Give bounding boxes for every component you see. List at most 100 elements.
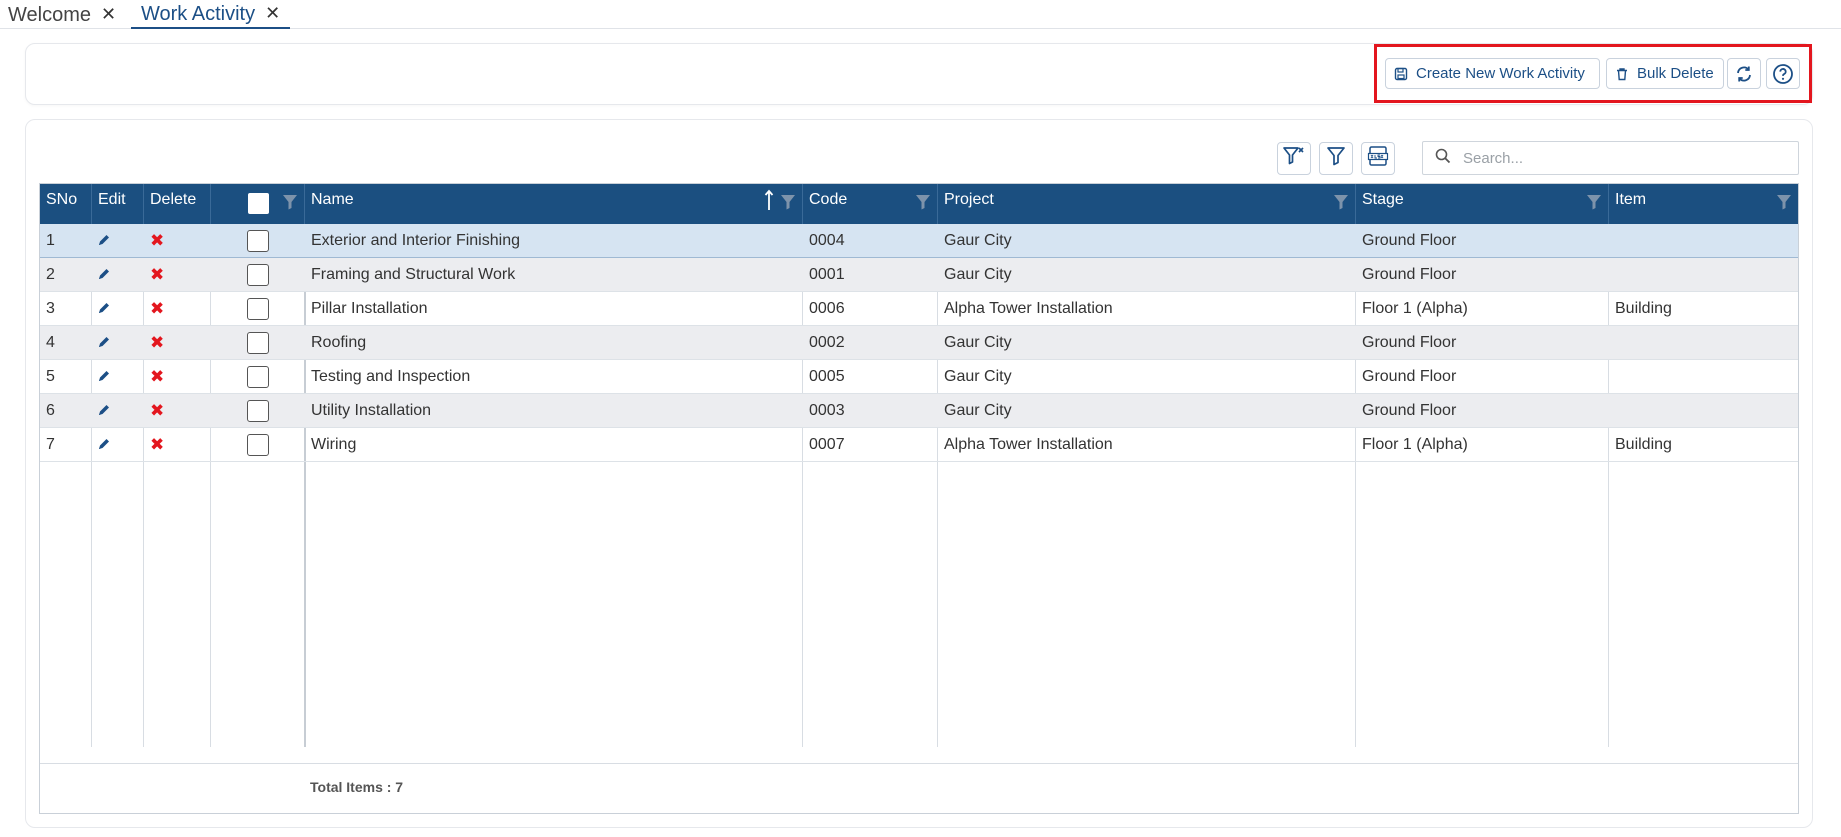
pencil-icon[interactable] (97, 335, 111, 354)
row-checkbox[interactable] (247, 264, 269, 286)
delete-x-icon[interactable]: ✖ (150, 334, 164, 351)
cell-item (1609, 326, 1615, 360)
column-header-item[interactable]: Item (1609, 184, 1798, 224)
search-input[interactable] (1463, 149, 1783, 167)
cell-sno: 7 (46, 436, 55, 453)
table-row[interactable]: 7 ✖ Wiring 0007 Alpha Tower Installation Floo… (40, 428, 1798, 462)
help-icon (1772, 63, 1794, 85)
cell-code: 0005 (809, 368, 845, 385)
row-checkbox[interactable] (247, 400, 269, 422)
cell-project: Gaur City (944, 266, 1012, 283)
cell-item: Building (1615, 436, 1672, 453)
refresh-button[interactable] (1727, 58, 1761, 89)
grid-header: SNo Edit Delete Name Code Project Stage … (40, 184, 1798, 224)
cell-name: Testing and Inspection (311, 368, 471, 385)
refresh-icon (1734, 64, 1754, 84)
column-header-select (211, 184, 305, 224)
filter-icon[interactable] (780, 190, 796, 221)
cell-name: Exterior and Interior Finishing (311, 232, 520, 249)
cell-sno: 2 (46, 266, 55, 283)
delete-x-icon[interactable]: ✖ (150, 300, 164, 317)
row-checkbox[interactable] (247, 434, 269, 456)
table-row[interactable]: 5 ✖ Testing and Inspection 0005 Gaur City Gro… (40, 360, 1798, 394)
bulk-delete-button[interactable]: Bulk Delete (1606, 58, 1724, 89)
header-label: Item (1615, 191, 1647, 208)
cell-stage: Floor 1 (Alpha) (1362, 436, 1468, 453)
create-new-work-activity-button[interactable]: Create New Work Activity (1385, 58, 1600, 89)
filter-icon[interactable] (1586, 190, 1602, 221)
pencil-icon[interactable] (97, 301, 111, 320)
column-header-delete: Delete (144, 184, 211, 224)
table-row[interactable]: 6 ✖ Utility Installation 0003 Gaur City Groun… (40, 394, 1798, 428)
pencil-icon[interactable] (97, 403, 111, 422)
cell-name: Utility Installation (311, 402, 432, 419)
create-button-label: Create New Work Activity (1416, 65, 1585, 82)
cell-code: 0004 (809, 232, 845, 249)
delete-x-icon[interactable]: ✖ (150, 368, 164, 385)
column-header-code[interactable]: Code (803, 184, 938, 224)
header-label: Delete (150, 191, 197, 208)
cell-item: Building (1615, 300, 1672, 317)
filter-icon[interactable] (282, 190, 298, 221)
column-header-sno[interactable]: SNo (40, 184, 92, 224)
column-header-name[interactable]: Name (305, 184, 803, 224)
cell-code: 0007 (809, 436, 845, 453)
table-row[interactable]: 4 ✖ Roofing 0002 Gaur City Ground Floor (40, 326, 1798, 360)
work-activity-grid: SNo Edit Delete Name Code Project Stage … (39, 183, 1799, 814)
cell-stage: Ground Floor (1362, 232, 1457, 249)
row-checkbox[interactable] (247, 230, 269, 252)
pencil-icon[interactable] (97, 437, 111, 456)
close-icon[interactable]: ✕ (101, 4, 116, 25)
filter-icon[interactable] (1333, 190, 1349, 221)
save-icon (1394, 67, 1408, 81)
column-header-project[interactable]: Project (938, 184, 1356, 224)
select-all-checkbox[interactable] (248, 193, 269, 214)
cell-code: 0001 (809, 266, 845, 283)
filter-icon[interactable] (915, 190, 931, 221)
clear-filter-button[interactable] (1277, 142, 1311, 175)
row-checkbox[interactable] (247, 366, 269, 388)
sort-ascending-icon[interactable] (764, 189, 774, 222)
cell-sno: 6 (46, 402, 55, 419)
row-checkbox[interactable] (247, 332, 269, 354)
row-checkbox[interactable] (247, 298, 269, 320)
table-row[interactable]: 3 ✖ Pillar Installation 0006 Alpha Tower Ins… (40, 292, 1798, 326)
cell-code: 0003 (809, 402, 845, 419)
delete-x-icon[interactable]: ✖ (150, 266, 164, 283)
pencil-icon[interactable] (97, 369, 111, 388)
pencil-icon[interactable] (97, 267, 111, 286)
help-button[interactable] (1766, 58, 1800, 89)
cell-project: Gaur City (944, 334, 1012, 351)
table-row[interactable]: 1 ✖ Exterior and Interior Finishing 0004 Gau… (40, 224, 1798, 258)
filter-icon[interactable] (1776, 190, 1792, 221)
cell-stage: Ground Floor (1362, 266, 1457, 283)
export-xlsx-button[interactable] (1361, 142, 1395, 175)
pencil-icon[interactable] (97, 233, 111, 252)
cell-name: Roofing (311, 334, 367, 351)
table-row[interactable]: 2 ✖ Framing and Structural Work 0001 Gaur Ci… (40, 258, 1798, 292)
close-icon[interactable]: ✕ (265, 3, 280, 24)
search-box (1422, 141, 1799, 175)
trash-icon (1615, 67, 1629, 81)
cell-name: Wiring (311, 436, 357, 453)
filter-clear-icon (1282, 145, 1306, 172)
cell-code: 0006 (809, 300, 845, 317)
header-label: Name (311, 191, 354, 208)
tab-work-activity[interactable]: Work Activity ✕ (131, 0, 291, 29)
cell-item (1609, 394, 1615, 428)
header-label: Project (944, 191, 994, 208)
cell-project: Gaur City (944, 368, 1012, 385)
delete-x-icon[interactable]: ✖ (150, 232, 164, 249)
delete-x-icon[interactable]: ✖ (150, 436, 164, 453)
column-header-stage[interactable]: Stage (1356, 184, 1609, 224)
tab-work-activity-label: Work Activity (141, 2, 256, 25)
filter-button[interactable] (1319, 142, 1353, 175)
footer-divider (40, 763, 1798, 764)
total-items: Total Items : 7 (310, 779, 404, 795)
delete-x-icon[interactable]: ✖ (150, 402, 164, 419)
cell-project: Gaur City (944, 402, 1012, 419)
cell-sno: 4 (46, 334, 55, 351)
cell-code: 0002 (809, 334, 845, 351)
cell-stage: Ground Floor (1362, 334, 1457, 351)
tab-welcome[interactable]: Welcome ✕ (8, 0, 116, 29)
